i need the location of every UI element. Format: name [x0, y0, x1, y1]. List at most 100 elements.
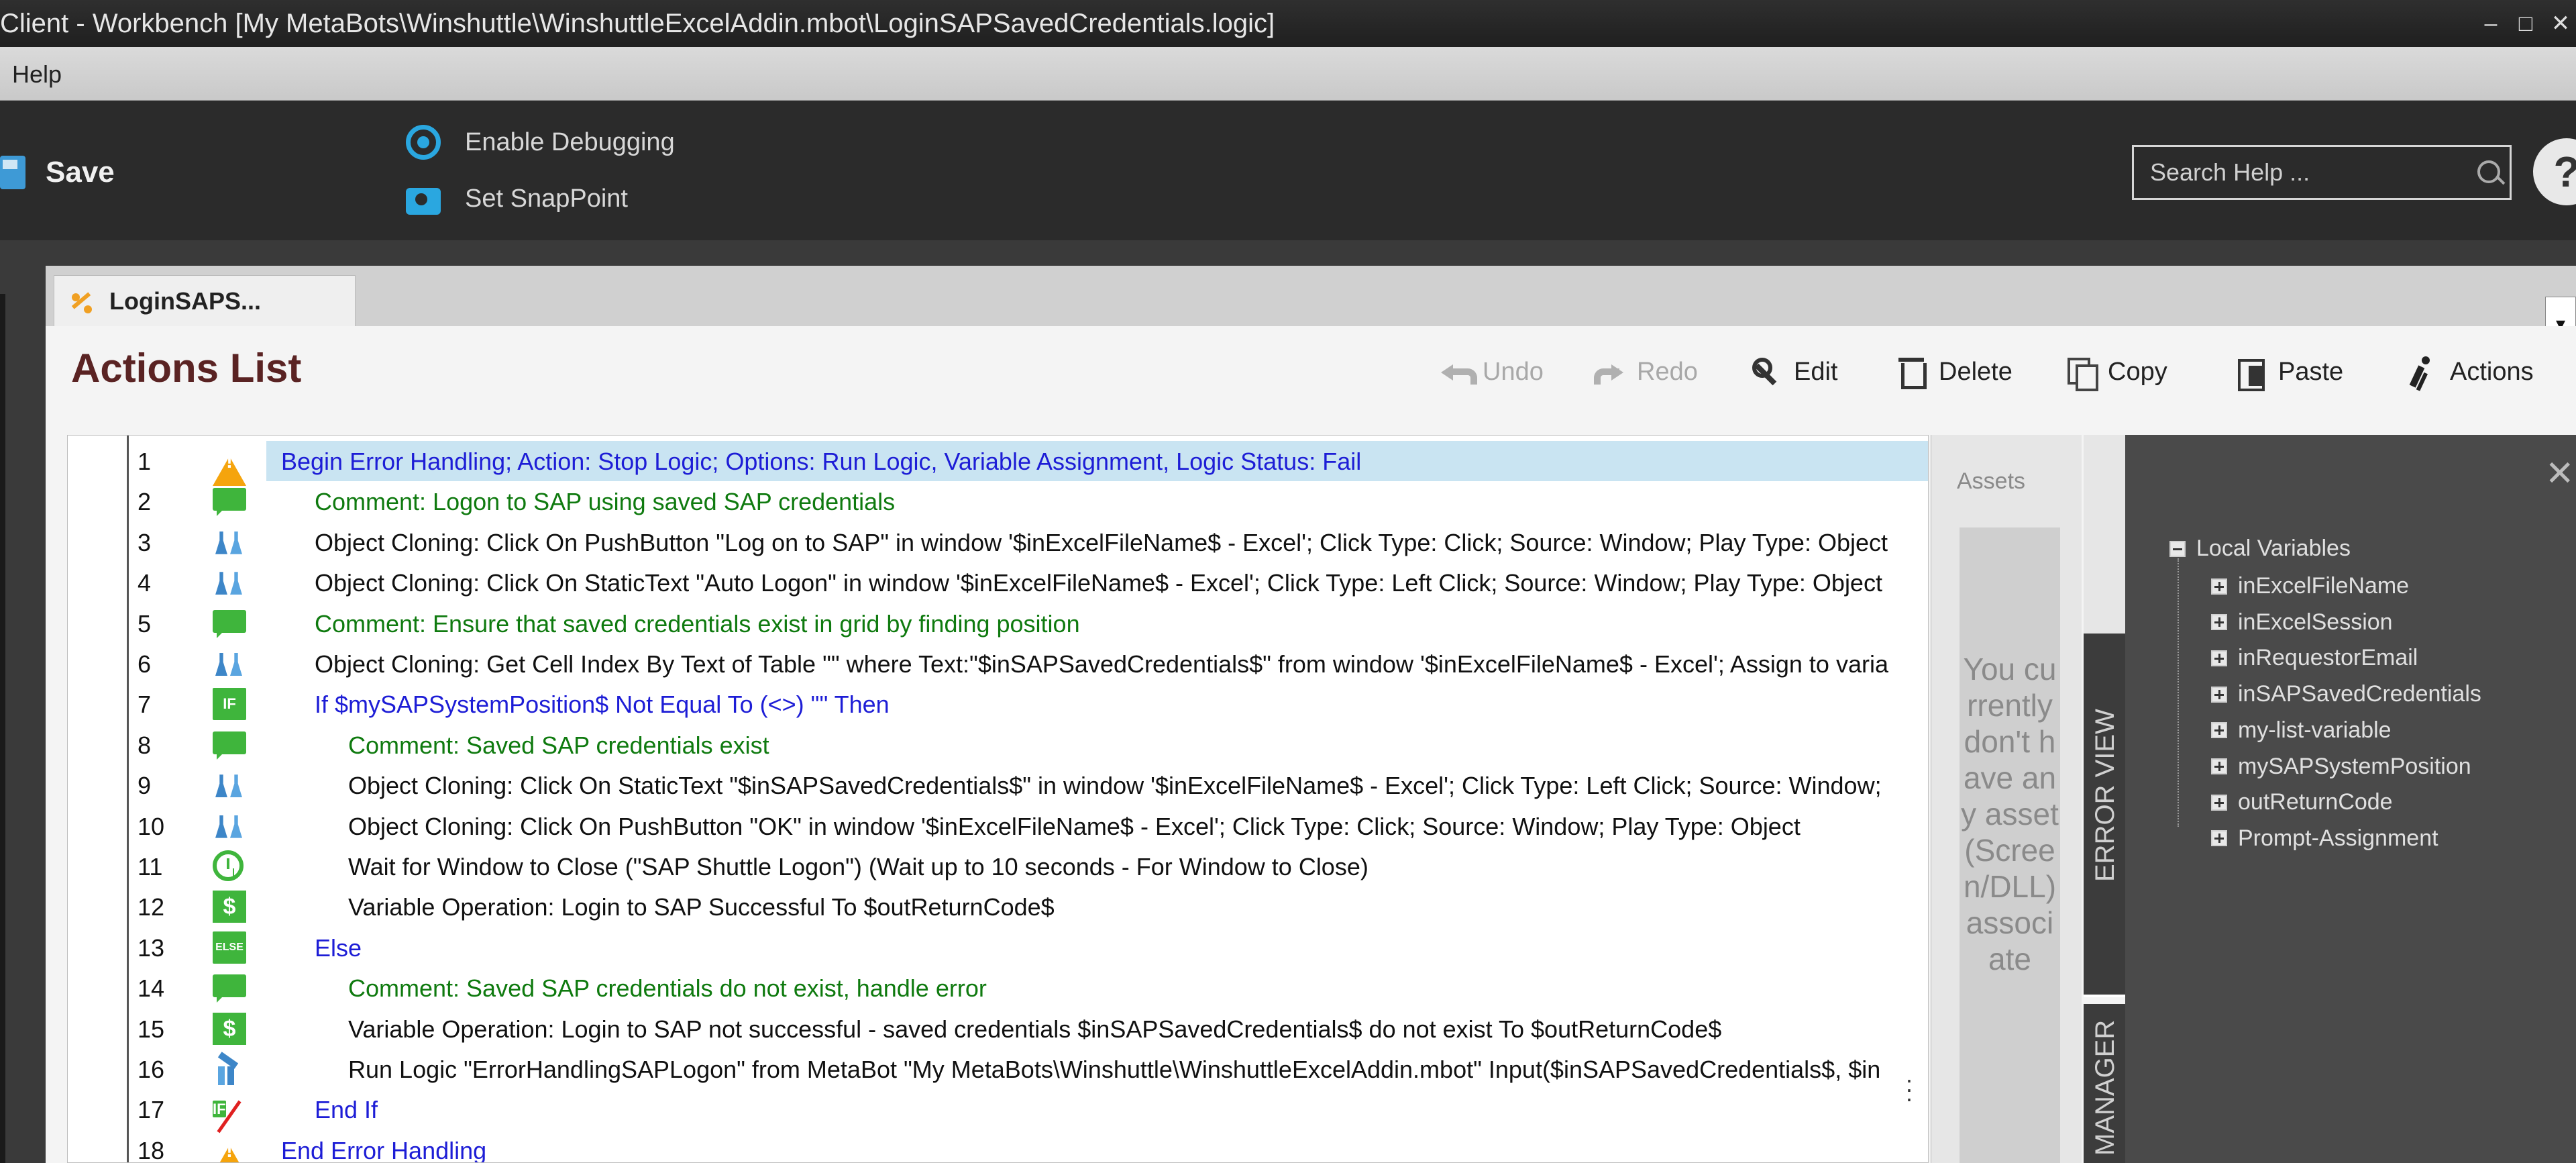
expand-icon[interactable] [2211, 686, 2227, 703]
action-text: Object Cloning: Click On PushButton "OK"… [348, 812, 1801, 840]
table-row[interactable]: 16 Run Logic "ErrorHandlingSAPLogon" from… [68, 1049, 1928, 1089]
set-snappoint-button[interactable]: Set SnapPoint [406, 179, 628, 219]
save-button[interactable]: Save [0, 149, 115, 196]
row-number: 3 [138, 528, 152, 556]
table-row[interactable]: 13 ELSE Else [68, 927, 1928, 968]
expand-icon[interactable] [2211, 578, 2227, 595]
undo-button[interactable]: Undo [1438, 352, 1544, 392]
tree-node-variable[interactable]: outReturnCode [2211, 789, 2393, 815]
table-row[interactable]: 5 Comment: Ensure that saved credentials … [68, 603, 1928, 644]
paste-button[interactable]: Paste [2234, 352, 2343, 392]
page-title: Actions List [71, 346, 302, 391]
delete-button[interactable]: Delete [1894, 352, 2012, 392]
action-text: Object Cloning: Get Cell Index By Text o… [315, 650, 1888, 678]
menu-bar: Help [0, 47, 2576, 101]
table-row[interactable]: 17 IF End If [68, 1089, 1928, 1129]
tree-root-label: Local Variables [2196, 536, 2351, 561]
edit-label: Edit [1794, 357, 1838, 386]
menu-help[interactable]: Help [12, 60, 62, 89]
splitter-handle[interactable]: · · · [1905, 1068, 1913, 1111]
tab-loginsapsavedcredentials[interactable]: LoginSAPS... [54, 275, 356, 326]
if-icon: IF [213, 688, 246, 721]
search-help-input[interactable]: Search Help ... [2132, 145, 2512, 200]
copy-button[interactable]: Copy [2063, 352, 2167, 392]
action-text: Object Cloning: Click On PushButton "Log… [315, 528, 1888, 556]
search-icon[interactable] [2477, 160, 2500, 183]
action-text: Comment: Logon to SAP using saved SAP cr… [315, 488, 896, 516]
row-number: 1 [138, 448, 152, 475]
metabot-logic-icon [68, 288, 95, 315]
edit-button[interactable]: Edit [1750, 352, 1837, 392]
table-row[interactable]: 8 Comment: Saved SAP credentials exist [68, 725, 1928, 765]
assets-empty-message: You currently don't have any asset (Scre… [1960, 527, 2060, 1163]
table-row[interactable]: 14 Comment: Saved SAP credentials do not … [68, 968, 1928, 1008]
expand-icon[interactable] [2211, 758, 2227, 774]
tab-manager[interactable]: MANAGER [2084, 1004, 2125, 1163]
actions-button[interactable]: Actions [2406, 352, 2534, 392]
warning-icon [213, 445, 246, 486]
tree-node-variable[interactable]: mySAPSystemPosition [2211, 754, 2471, 780]
collapse-icon[interactable] [2169, 540, 2186, 557]
table-row[interactable]: 11 Wait for Window to Close ("SAP Shuttle… [68, 846, 1928, 887]
variables-panel: ✕ Local Variables inExcelFileName inExcel… [2125, 435, 2576, 1163]
expand-icon[interactable] [2211, 722, 2227, 739]
end-if-icon: IF [213, 1101, 226, 1118]
variable-name: Prompt-Assignment [2238, 825, 2438, 851]
table-row[interactable]: 4 Object Cloning: Click On StaticText "Au… [68, 562, 1928, 603]
minimize-button[interactable]: – [2474, 5, 2508, 42]
tree-node-local-variables[interactable]: Local Variables [2169, 536, 2351, 562]
action-text: Variable Operation: Login to SAP Success… [348, 893, 1055, 921]
table-row[interactable]: 3 Object Cloning: Click On PushButton "Lo… [68, 522, 1928, 562]
tab-label: LoginSAPS... [109, 287, 262, 315]
action-text: Comment: Saved SAP credentials exist [348, 731, 769, 759]
toolbar: Save Enable Debugging Set SnapPoint Sear… [0, 101, 2576, 240]
expand-icon[interactable] [2211, 614, 2227, 631]
title-bar: Client - Workbench [My MetaBots\Winshutt… [0, 0, 2576, 47]
manager-label: MANAGER [2090, 1019, 2120, 1156]
action-text: Variable Operation: Login to SAP not suc… [348, 1015, 1722, 1043]
tree-connector [2178, 558, 2179, 827]
error-view-label: ERROR VIEW [2090, 709, 2120, 882]
close-window-button[interactable]: ✕ [2544, 5, 2576, 42]
dollar-icon: $ [213, 891, 246, 923]
expand-icon[interactable] [2211, 650, 2227, 666]
table-row[interactable]: 15 $ Variable Operation: Login to SAP not … [68, 1009, 1928, 1049]
actions-grid[interactable]: 1 Begin Error Handling; Action: Stop Logi… [67, 435, 1929, 1163]
redo-button[interactable]: Redo [1593, 352, 1698, 392]
expand-icon[interactable] [2211, 794, 2227, 811]
restore-button[interactable]: □ [2509, 5, 2542, 42]
object-cloning-icon [213, 526, 246, 558]
close-panel-button[interactable]: ✕ [2545, 454, 2575, 494]
table-row[interactable]: 2 Comment: Logon to SAP using saved SAP c… [68, 481, 1928, 521]
tree-node-variable[interactable]: my-list-variable [2211, 717, 2392, 744]
tab-strip: LoginSAPS... ▾ [46, 266, 2576, 352]
action-text: Object Cloning: Click On StaticText "Aut… [315, 569, 1882, 597]
table-row[interactable]: 7 IF If $mySAPSystemPosition$ Not Equal To… [68, 684, 1928, 724]
table-row[interactable]: 18 End Error Handling [68, 1130, 1928, 1162]
table-row[interactable]: 10 Object Cloning: Click On PushButton "O… [68, 806, 1928, 846]
action-text: Object Cloning: Click On StaticText "$in… [348, 772, 1882, 800]
row-content: Comment: Logon to SAP using saved SAP cr… [266, 481, 1928, 521]
row-content: Object Cloning: Click On StaticText "$in… [266, 765, 1928, 805]
table-row[interactable]: 9 Object Cloning: Click On StaticText "$i… [68, 765, 1928, 805]
row-content: End Error Handling [266, 1130, 1928, 1162]
tree-node-variable[interactable]: inExcelFileName [2211, 573, 2409, 599]
search-placeholder: Search Help ... [2150, 158, 2310, 186]
tree-node-variable[interactable]: inRequestorEmail [2211, 645, 2418, 671]
tree-node-variable[interactable]: Prompt-Assignment [2211, 825, 2438, 852]
row-number: 16 [138, 1056, 165, 1083]
tree-node-variable[interactable]: inSAPSavedCredentials [2211, 681, 2481, 707]
variable-name: inRequestorEmail [2238, 645, 2418, 671]
table-row[interactable]: 1 Begin Error Handling; Action: Stop Logi… [68, 441, 1928, 486]
help-button[interactable]: ? [2533, 138, 2576, 205]
undo-label: Undo [1483, 357, 1544, 386]
table-row[interactable]: 6 Object Cloning: Get Cell Index By Text … [68, 644, 1928, 684]
tree-node-variable[interactable]: inExcelSession [2211, 609, 2393, 636]
tab-error-view[interactable]: ERROR VIEW [2084, 634, 2125, 997]
comment-icon [213, 731, 246, 760]
variable-name: inExcelSession [2238, 609, 2393, 635]
enable-debugging-toggle[interactable]: Enable Debugging [406, 122, 675, 162]
redo-label: Redo [1637, 357, 1698, 386]
table-row[interactable]: 12 $ Variable Operation: Login to SAP Succ… [68, 887, 1928, 927]
expand-icon[interactable] [2211, 830, 2227, 847]
